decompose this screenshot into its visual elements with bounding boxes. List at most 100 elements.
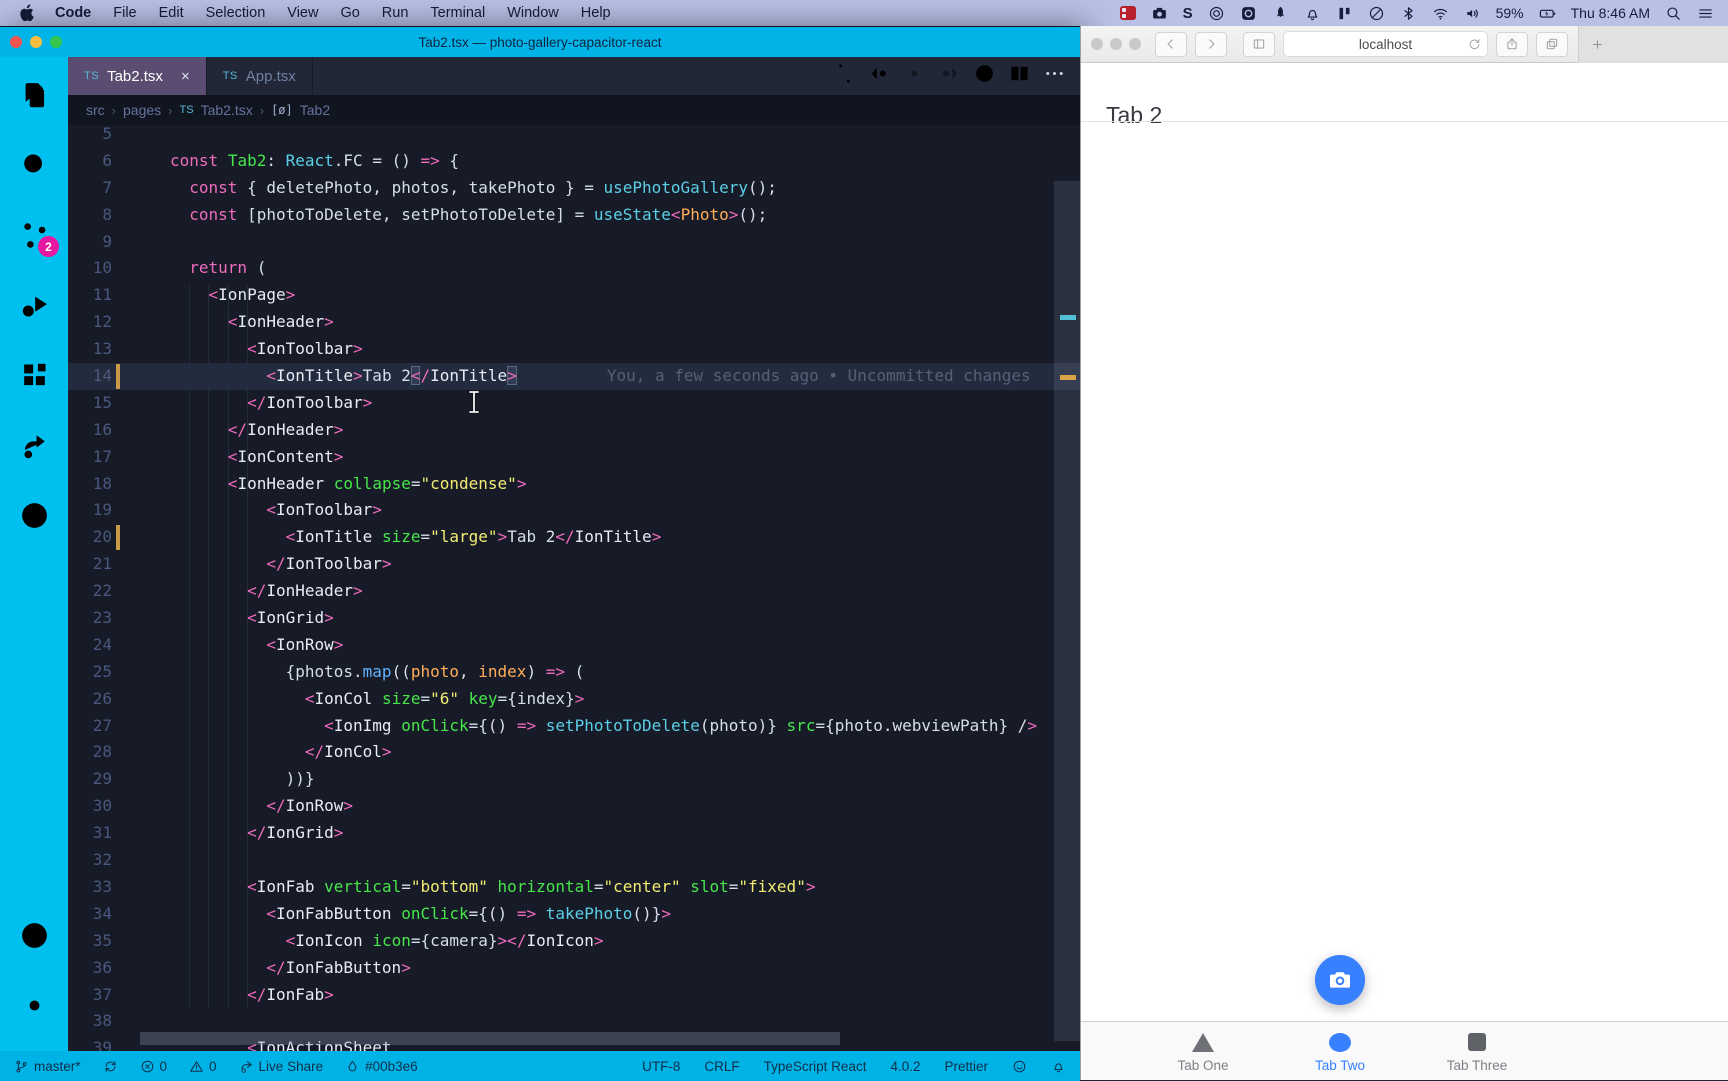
status-prettier[interactable]: Prettier xyxy=(944,1059,988,1074)
ts-file-icon: TS xyxy=(222,70,238,82)
reload-icon[interactable] xyxy=(1468,38,1481,51)
menu-clock[interactable]: Thu 8:46 AM xyxy=(1571,5,1650,21)
tab-tab-two[interactable]: Tab Two xyxy=(1280,1022,1400,1080)
stats-s-icon[interactable]: S xyxy=(1183,5,1193,22)
menu-item-view[interactable]: View xyxy=(276,5,329,21)
status-utf-8[interactable]: UTF-8 xyxy=(642,1059,680,1074)
status-error[interactable]: 0 xyxy=(140,1059,167,1074)
close-tab-icon[interactable]: × xyxy=(181,68,190,85)
activity-settings[interactable] xyxy=(11,981,57,1029)
status-git-branch[interactable]: master* xyxy=(14,1059,81,1074)
status-feedback[interactable] xyxy=(1012,1059,1027,1074)
status-sync[interactable] xyxy=(103,1059,118,1074)
camera-icon[interactable] xyxy=(1151,5,1168,22)
tab-overview-icon[interactable] xyxy=(1536,31,1568,57)
apple-icon[interactable] xyxy=(14,4,44,22)
breadcrumb-item-tab2.tsx[interactable]: Tab2.tsx xyxy=(201,102,253,118)
safari-close-button[interactable] xyxy=(1091,38,1103,50)
status-live-share-sb[interactable]: Live Share xyxy=(239,1059,323,1074)
rocket-icon[interactable] xyxy=(1272,5,1289,22)
activity-source-control[interactable]: 2 xyxy=(11,211,59,259)
editor-tab-app-tsx[interactable]: TS App.tsx xyxy=(206,57,313,95)
gutter xyxy=(112,363,138,390)
sidebar-icon[interactable] xyxy=(1243,31,1275,57)
spotlight-icon[interactable] xyxy=(1665,5,1682,22)
safari-minimize-button[interactable] xyxy=(1110,38,1122,50)
tab-label: Tab2.tsx xyxy=(107,67,163,85)
code-text: ))} xyxy=(170,769,315,789)
status-crlf[interactable]: CRLF xyxy=(704,1059,739,1074)
columns-icon[interactable] xyxy=(1336,5,1353,22)
line-number: 11 xyxy=(92,285,112,305)
code-line-12: 12 <IonHeader> xyxy=(68,309,1080,336)
menu-item-file[interactable]: File xyxy=(102,5,147,21)
modified-line-marker xyxy=(116,525,120,551)
file-history-icon[interactable] xyxy=(973,62,996,90)
share-icon[interactable] xyxy=(1496,31,1528,57)
vscode-titlebar[interactable]: Tab2.tsx — photo-gallery-capacitor-react xyxy=(0,27,1080,57)
menu-item-selection[interactable]: Selection xyxy=(195,5,277,21)
editor-actions xyxy=(833,57,1080,95)
menu-item-run[interactable]: Run xyxy=(371,5,420,21)
split-editor-icon[interactable] xyxy=(1008,62,1031,90)
code-text: const Tab2: React.FC = () => { xyxy=(170,150,460,170)
camera-fab-button[interactable] xyxy=(1315,955,1365,1005)
prev-change-icon[interactable] xyxy=(868,62,891,90)
line-number: 26 xyxy=(92,688,112,708)
breadcrumb-item-pages[interactable]: pages xyxy=(123,102,161,118)
new-tab-icon[interactable] xyxy=(1579,38,1604,51)
status-4.0.2[interactable]: 4.0.2 xyxy=(890,1059,920,1074)
gutter xyxy=(112,820,138,847)
menu-item-edit[interactable]: Edit xyxy=(148,5,195,21)
safari-zoom-button[interactable] xyxy=(1129,38,1141,50)
address-bar[interactable]: localhost xyxy=(1283,31,1488,57)
change-dim-icon[interactable] xyxy=(903,62,926,90)
menu-item-code[interactable]: Code xyxy=(44,5,102,21)
menu-item-terminal[interactable]: Terminal xyxy=(419,5,496,21)
activity-extensions[interactable] xyxy=(11,351,57,399)
editor-tab-tab2-tsx[interactable]: TS Tab2.tsx × xyxy=(68,57,207,95)
status-warning[interactable]: 0 xyxy=(189,1059,217,1074)
code-line-28: 28 </IonCol> xyxy=(68,739,1080,766)
status-ink[interactable]: #00b3e6 xyxy=(345,1059,418,1074)
git-compare-icon[interactable] xyxy=(833,62,856,90)
menu-item-help[interactable]: Help xyxy=(570,5,622,21)
volume-icon[interactable] xyxy=(1464,5,1481,22)
activity-history[interactable] xyxy=(11,491,57,539)
activity-live-share[interactable] xyxy=(11,421,57,469)
gutter xyxy=(112,955,138,982)
tab-tab-three[interactable]: Tab Three xyxy=(1417,1022,1537,1080)
control-center-icon[interactable] xyxy=(1697,5,1714,22)
code-line-6: 6 const Tab2: React.FC = () => { xyxy=(68,148,1080,175)
activity-search[interactable] xyxy=(11,141,57,189)
status-typescript-react[interactable]: TypeScript React xyxy=(764,1059,867,1074)
window-ring-icon[interactable] xyxy=(1240,5,1257,22)
menu-item-go[interactable]: Go xyxy=(329,5,370,21)
more-icon[interactable] xyxy=(1043,62,1066,90)
bluetooth-icon[interactable] xyxy=(1400,5,1417,22)
back-button[interactable] xyxy=(1155,31,1187,57)
horizontal-scrollbar[interactable] xyxy=(140,1032,840,1045)
tab-tab-one[interactable]: Tab One xyxy=(1143,1022,1263,1080)
vertical-scrollbar[interactable] xyxy=(1054,181,1080,1041)
code-editor[interactable]: 5 6 const Tab2: React.FC = () => {7 const … xyxy=(68,125,1080,1051)
code-text: <IonContent> xyxy=(227,446,344,466)
film-icon[interactable] xyxy=(1119,6,1136,20)
status-label: 4.0.2 xyxy=(890,1058,921,1074)
bell-icon[interactable] xyxy=(1304,5,1321,22)
wifi-icon[interactable] xyxy=(1432,5,1449,22)
status-bell-sb[interactable] xyxy=(1051,1059,1066,1074)
code-text: </IonCol> xyxy=(304,742,392,762)
activity-account[interactable] xyxy=(11,911,57,959)
menu-item-window[interactable]: Window xyxy=(496,5,570,21)
activity-files[interactable] xyxy=(11,71,57,119)
activity-debug[interactable] xyxy=(11,281,57,329)
dnd-icon[interactable] xyxy=(1368,5,1385,22)
record-icon[interactable] xyxy=(1208,5,1225,22)
square-icon xyxy=(1468,1030,1486,1054)
line-number: 25 xyxy=(92,661,112,681)
next-change-icon[interactable] xyxy=(938,62,961,90)
breadcrumb-item-tab2[interactable]: Tab2 xyxy=(300,102,330,118)
breadcrumb-item-src[interactable]: src xyxy=(86,102,105,118)
forward-button[interactable] xyxy=(1195,31,1227,57)
